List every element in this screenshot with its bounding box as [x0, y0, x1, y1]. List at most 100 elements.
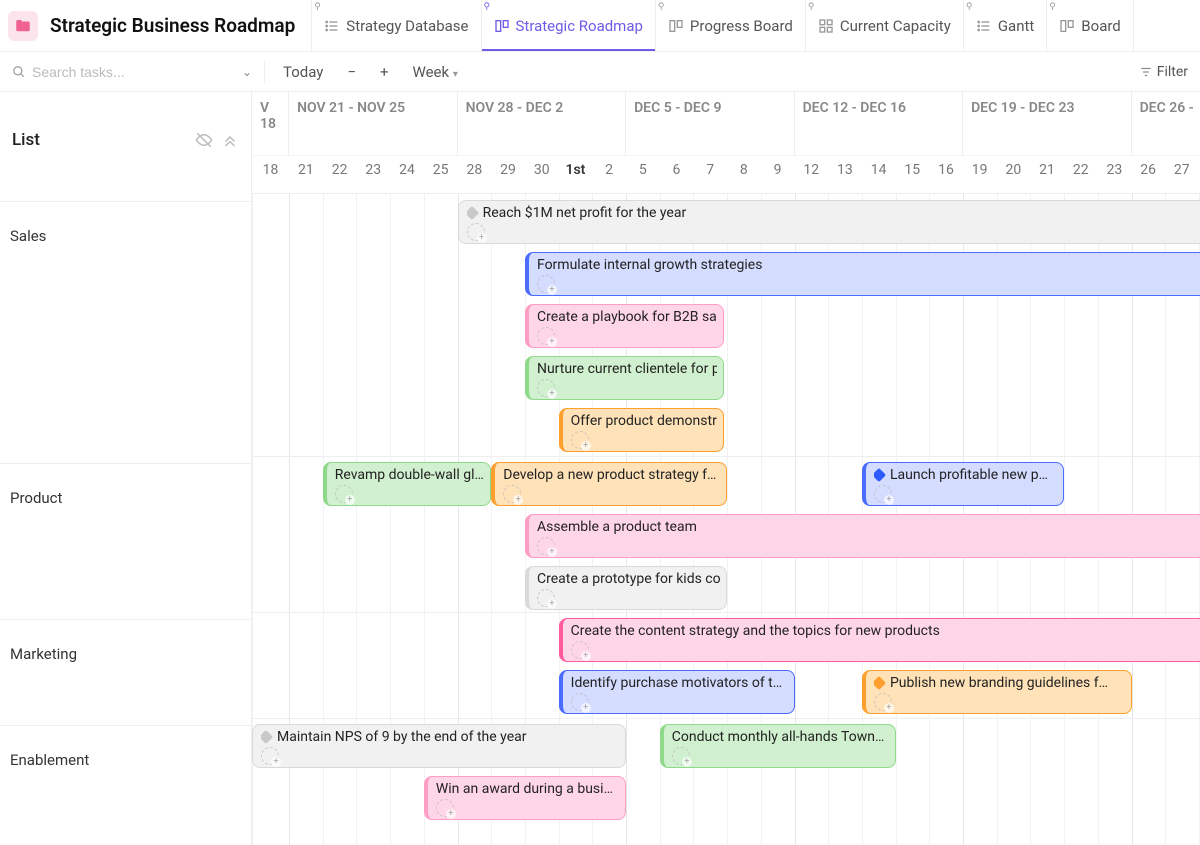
- week-header: NOV 21 - NOV 25: [289, 92, 458, 155]
- assignee-add-icon[interactable]: [537, 379, 555, 397]
- assignee-add-icon[interactable]: [571, 641, 589, 659]
- list-heading: List: [12, 130, 40, 150]
- chevron-down-icon[interactable]: ⌄: [242, 65, 252, 79]
- task-title: Formulate internal growth strategies: [537, 257, 762, 273]
- task-bar[interactable]: Create a playbook for B2B sales strategy: [525, 304, 724, 348]
- day-header: 23: [1098, 156, 1132, 193]
- assignee-add-icon[interactable]: [537, 589, 555, 607]
- assignee-add-icon[interactable]: [436, 799, 454, 817]
- task-bar[interactable]: Create a prototype for kids collection: [525, 566, 727, 610]
- timeline-day-header: 1821222324252829301st2567891213141516192…: [252, 156, 1200, 194]
- task-bar[interactable]: Identify purchase motivators of t…: [559, 670, 795, 714]
- filter-button[interactable]: Filter: [1139, 64, 1188, 80]
- pin-icon: ⚲: [966, 2, 973, 12]
- task-bar[interactable]: Conduct monthly all-hands Town…: [660, 724, 896, 768]
- day-header: 28: [458, 156, 492, 193]
- day-header: 13: [828, 156, 862, 193]
- task-bar[interactable]: Assemble a product team: [525, 514, 1200, 558]
- day-header: 21: [289, 156, 323, 193]
- task-title: Nurture current clientele for potential …: [537, 361, 717, 377]
- task-bar[interactable]: Create the content strategy and the topi…: [559, 618, 1200, 662]
- group-product: Product: [0, 463, 251, 619]
- folder-icon: [8, 11, 38, 41]
- pin-icon: ⚲: [808, 2, 815, 12]
- view-tabs: ⚲Strategy Database⚲Strategic Roadmap⚲Pro…: [311, 0, 1133, 51]
- day-header: 5: [626, 156, 660, 193]
- task-bar[interactable]: Win an award during a busi…: [424, 776, 626, 820]
- assignee-add-icon[interactable]: [571, 431, 589, 449]
- task-title: Launch profitable new p…: [890, 467, 1048, 483]
- task-title: Win an award during a busi…: [436, 781, 613, 797]
- assignee-add-icon[interactable]: [503, 485, 521, 503]
- assignee-add-icon[interactable]: [571, 693, 589, 711]
- day-header: 18: [252, 156, 289, 193]
- week-header: DEC 5 - DEC 9: [626, 92, 795, 155]
- day-header: 8: [727, 156, 761, 193]
- today-button[interactable]: Today: [277, 61, 329, 83]
- assignee-add-icon[interactable]: [537, 327, 555, 345]
- zoom-out-button[interactable]: −: [341, 61, 362, 83]
- day-header: 20: [997, 156, 1031, 193]
- task-title: Conduct monthly all-hands Town…: [672, 729, 885, 745]
- day-header: 22: [323, 156, 357, 193]
- group-marketing: Marketing: [0, 619, 251, 725]
- collapse-icon[interactable]: [221, 131, 239, 149]
- assignee-add-icon[interactable]: [537, 275, 555, 293]
- assignee-add-icon[interactable]: [335, 485, 353, 503]
- pin-icon: ⚲: [314, 2, 321, 12]
- task-bar[interactable]: Develop a new product strategy f…: [491, 462, 727, 506]
- assignee-add-icon[interactable]: [537, 537, 555, 555]
- timescale-select[interactable]: Week ▾: [406, 61, 463, 83]
- day-header: 24: [390, 156, 424, 193]
- week-header: DEC 26 -: [1132, 92, 1200, 155]
- tab-current-capacity[interactable]: ⚲Current Capacity: [806, 0, 964, 51]
- pin-icon: ⚲: [658, 2, 665, 12]
- zoom-in-button[interactable]: +: [374, 61, 395, 83]
- assignee-add-icon[interactable]: [672, 747, 690, 765]
- day-header: 30: [525, 156, 559, 193]
- assignee-add-icon[interactable]: [261, 747, 279, 765]
- task-bar[interactable]: Reach $1M net profit for the year: [458, 200, 1200, 244]
- assignee-add-icon[interactable]: [467, 223, 485, 241]
- task-bar[interactable]: Maintain NPS of 9 by the end of the year: [252, 724, 626, 768]
- hide-icon[interactable]: [195, 131, 213, 149]
- group-label: Product: [0, 464, 251, 516]
- task-bar[interactable]: Revamp double-wall gl…: [323, 462, 492, 506]
- day-header: 26: [1131, 156, 1165, 193]
- tab-board[interactable]: ⚲Board: [1047, 0, 1133, 51]
- group-enablement: Enablement: [0, 725, 251, 845]
- search-box[interactable]: ⌄: [12, 64, 252, 80]
- status-diamond-icon: [467, 206, 479, 220]
- task-bar[interactable]: Formulate internal growth strategies: [525, 252, 1200, 296]
- day-header: 15: [895, 156, 929, 193]
- task-bar[interactable]: Nurture current clientele for potential …: [525, 356, 724, 400]
- tab-strategy-database[interactable]: ⚲Strategy Database: [311, 0, 481, 51]
- task-title: Create a playbook for B2B sales strategy: [537, 309, 717, 325]
- day-header: 19: [963, 156, 997, 193]
- timeline-week-header: V 18NOV 21 - NOV 25NOV 28 - DEC 2DEC 5 -…: [252, 92, 1200, 156]
- tab-strategic-roadmap[interactable]: ⚲Strategic Roadmap: [482, 0, 656, 51]
- assignee-add-icon[interactable]: [874, 485, 892, 503]
- task-title: Publish new branding guidelines f…: [890, 675, 1108, 691]
- day-header: 27: [1165, 156, 1199, 193]
- task-title: Maintain NPS of 9 by the end of the year: [277, 729, 526, 745]
- task-title: Revamp double-wall gl…: [335, 467, 484, 483]
- search-icon: [12, 65, 26, 79]
- group-label: Enablement: [0, 726, 251, 778]
- search-input[interactable]: [32, 64, 192, 80]
- task-title: Create the content strategy and the topi…: [571, 623, 940, 639]
- assignee-add-icon[interactable]: [874, 693, 892, 711]
- task-title: Create a prototype for kids collection: [537, 571, 720, 587]
- task-bar[interactable]: Launch profitable new p…: [862, 462, 1064, 506]
- tab-gantt[interactable]: ⚲Gantt: [964, 0, 1047, 51]
- task-title: Develop a new product strategy f…: [503, 467, 716, 483]
- day-header: 29: [491, 156, 525, 193]
- task-bar[interactable]: Offer product demonstration to wholesale…: [559, 408, 724, 452]
- filter-icon: [1139, 65, 1153, 79]
- status-diamond-icon: [261, 730, 273, 744]
- status-diamond-icon: [874, 468, 886, 482]
- tab-progress-board[interactable]: ⚲Progress Board: [656, 0, 806, 51]
- task-bar[interactable]: Publish new branding guidelines f…: [862, 670, 1132, 714]
- day-header: 14: [862, 156, 896, 193]
- day-header: 16: [929, 156, 963, 193]
